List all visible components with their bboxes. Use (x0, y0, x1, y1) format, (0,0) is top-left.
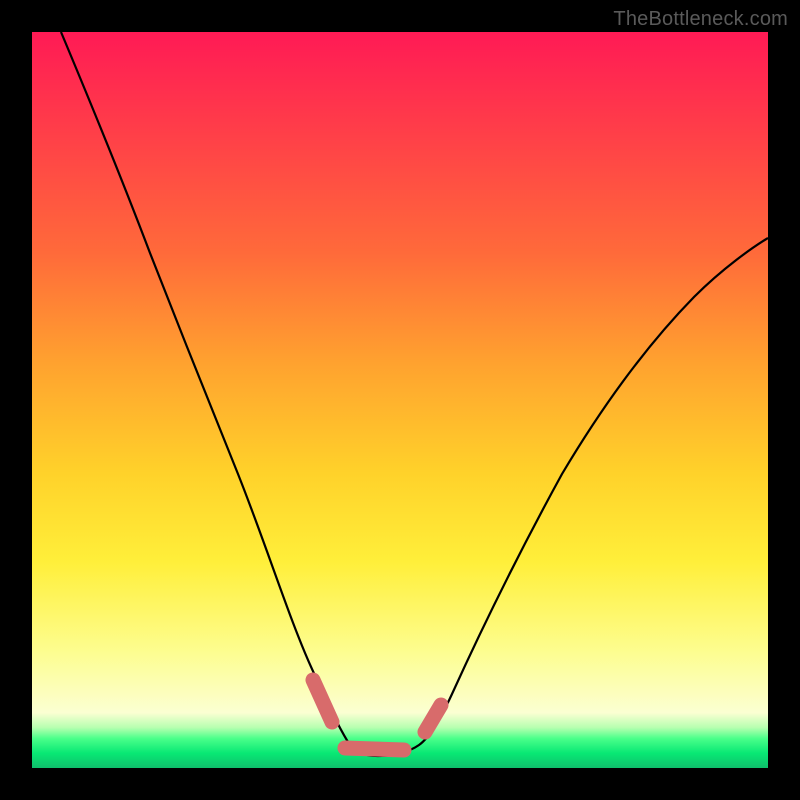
curve-layer (32, 32, 768, 768)
marker-segment-c (425, 705, 441, 732)
bottleneck-curve (61, 32, 768, 756)
marker-segment-a (313, 680, 332, 722)
marker-segment-b (345, 748, 404, 750)
chart-frame: TheBottleneck.com (0, 0, 800, 800)
watermark-text: TheBottleneck.com (613, 8, 788, 31)
plot-area (32, 32, 768, 768)
marker-group (313, 680, 441, 750)
